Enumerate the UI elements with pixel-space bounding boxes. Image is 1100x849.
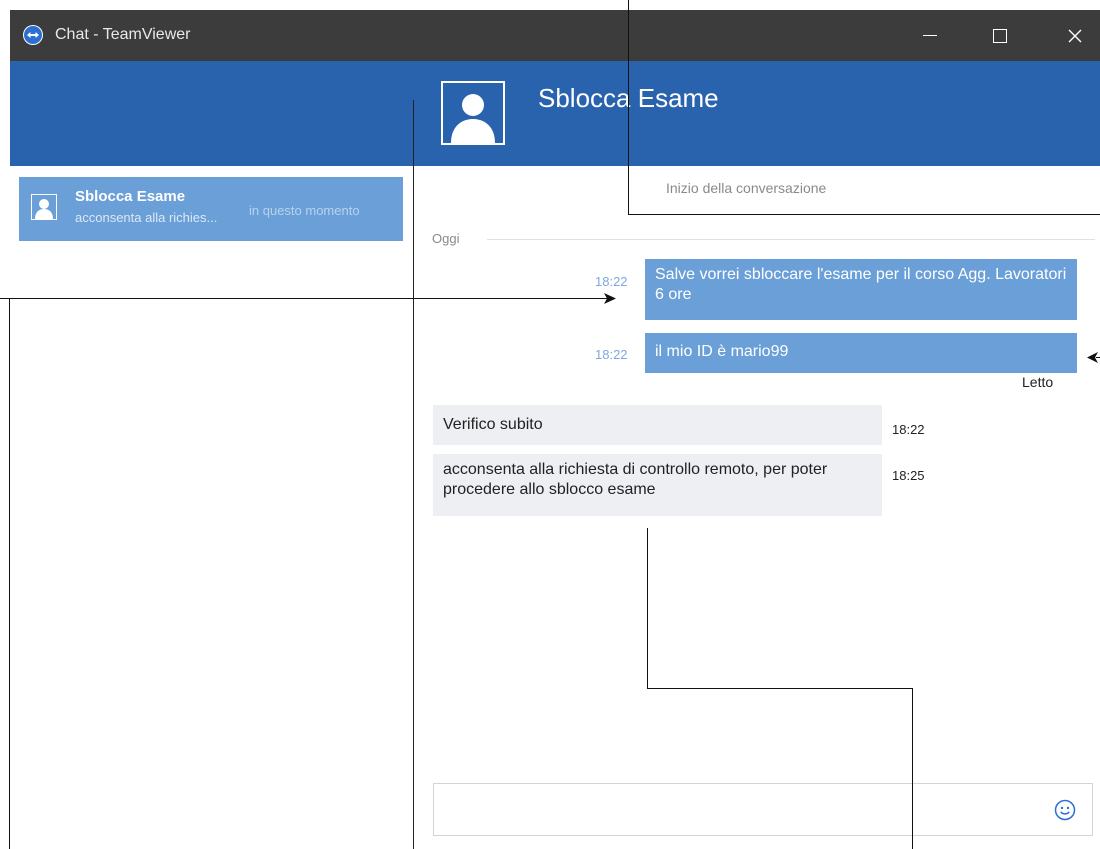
annotation-line	[912, 688, 913, 849]
annotation-line	[0, 298, 608, 299]
smiley-icon[interactable]	[1054, 799, 1076, 821]
message-time: 18:22	[595, 274, 628, 289]
conversation-start-label: Inizio della conversazione	[666, 180, 827, 196]
annotation-line	[647, 528, 648, 689]
conversation-name: Sblocca Esame	[75, 188, 186, 205]
incoming-message: Verifico subito	[433, 405, 882, 445]
message-compose-box[interactable]	[433, 783, 1093, 836]
message-input[interactable]	[442, 792, 1046, 828]
close-button[interactable]	[1050, 10, 1100, 61]
maximize-icon	[993, 28, 1007, 43]
user-silhouette-icon	[441, 81, 505, 145]
user-silhouette-icon	[31, 194, 57, 220]
conversation-item[interactable]: Sblocca Esame acconsenta alla richies...…	[19, 177, 403, 241]
message-time: 18:25	[892, 468, 925, 483]
window-titlebar: Chat - TeamViewer	[10, 10, 1100, 61]
message-pane: Inizio della conversazione Oggi 18:22 Sa…	[414, 166, 1100, 849]
conversation-list: Sblocca Esame acconsenta alla richies...…	[10, 166, 413, 849]
annotation-line	[628, 214, 1100, 215]
read-receipt: Letto	[1022, 374, 1054, 390]
day-separator-label: Oggi	[432, 231, 460, 246]
window-title: Chat - TeamViewer	[55, 26, 191, 43]
annotation-line	[647, 688, 913, 689]
conversation-preview: acconsenta alla richies...	[75, 210, 218, 225]
teamviewer-logo-icon	[23, 25, 43, 45]
minimize-button[interactable]	[905, 10, 955, 61]
message-time: 18:22	[595, 347, 628, 362]
outgoing-message: Salve vorrei sbloccare l'esame per il co…	[645, 259, 1077, 320]
minimize-icon	[923, 35, 937, 36]
annotation-line	[628, 0, 629, 215]
outgoing-message: il mio ID è mario99	[645, 333, 1077, 373]
message-time: 18:22	[892, 422, 925, 437]
maximize-button[interactable]	[975, 10, 1025, 61]
close-icon	[1068, 29, 1082, 42]
conversation-time: in questo momento	[249, 203, 360, 218]
incoming-message: acconsenta alla richiesta di controllo r…	[433, 454, 882, 516]
annotation-arrow-icon	[604, 293, 616, 304]
annotation-line	[9, 298, 10, 849]
day-separator-line	[487, 239, 1095, 240]
annotation-arrow-icon	[1087, 352, 1098, 363]
chat-header: Sblocca Esame	[10, 61, 1100, 166]
